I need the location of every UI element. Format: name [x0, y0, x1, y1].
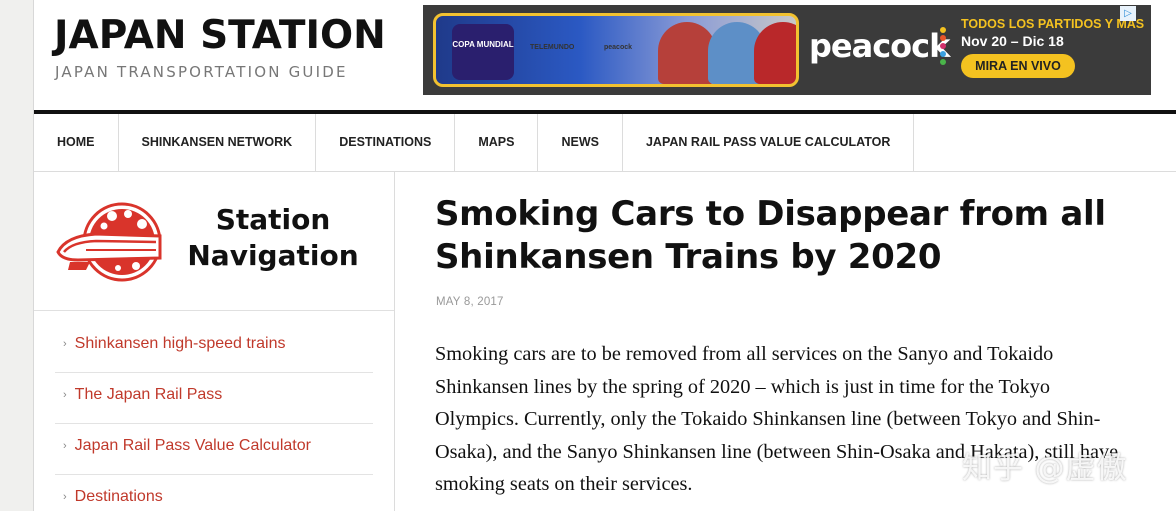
sidebar-item-shinkansen-trains[interactable]: › Shinkansen high-speed trains	[55, 322, 373, 373]
page-container: JAPAN STATION JAPAN TRANSPORTATION GUIDE…	[33, 0, 1176, 511]
sidebar-item-destinations[interactable]: › Destinations	[55, 475, 373, 511]
sidebar-item-rail-pass-calculator[interactable]: › Japan Rail Pass Value Calculator	[55, 424, 373, 475]
ad-banner[interactable]: COPA MUNDIAL TELEMUNDO peacock peacock T…	[423, 5, 1151, 95]
sidebar-item-japan-rail-pass[interactable]: › The Japan Rail Pass	[55, 373, 373, 424]
site-title[interactable]: JAPAN STATION	[54, 14, 386, 58]
sidebar-header: Station Navigation	[34, 172, 394, 311]
sidebar-menu: › Shinkansen high-speed trains › The Japan…	[55, 322, 373, 511]
sidebar: Station Navigation › Shinkansen high-spee…	[34, 172, 395, 511]
ad-partner-1: TELEMUNDO	[530, 44, 575, 51]
chevron-right-icon: ›	[63, 440, 67, 452]
copa-mundial-logo: COPA MUNDIAL	[452, 24, 514, 80]
watermark-text: 知乎 @虚傲	[962, 451, 1128, 486]
chevron-right-icon: ›	[63, 338, 67, 350]
nav-item-home[interactable]: HOME	[34, 114, 119, 171]
main-navigation: HOME SHINKANSEN NETWORK DESTINATIONS MAP…	[34, 110, 1176, 172]
sidebar-item-label: Shinkansen high-speed trains	[74, 335, 286, 352]
ad-promo-panel[interactable]: COPA MUNDIAL TELEMUNDO peacock	[433, 13, 799, 87]
ad-cta-button[interactable]: MIRA EN VIVO	[961, 54, 1075, 78]
ad-partner-2: peacock	[604, 44, 633, 51]
player-photo-3	[754, 22, 796, 84]
ad-dates: Nov 20 – Dic 18	[961, 33, 1064, 49]
chevron-right-icon: ›	[63, 491, 67, 503]
shinkansen-logo-icon	[56, 202, 162, 282]
peacock-logo: peacock	[809, 27, 950, 65]
peacock-dots-icon	[940, 27, 950, 67]
ad-headline: TODOS LOS PARTIDOS Y MÁS	[961, 17, 1145, 31]
chevron-right-icon: ›	[63, 389, 67, 401]
article-date: MAY 8, 2017	[436, 296, 504, 308]
nav-item-shinkansen-network[interactable]: SHINKANSEN NETWORK	[119, 114, 317, 171]
adchoices-icon[interactable]: ▷	[1120, 6, 1136, 21]
article-title[interactable]: Smoking Cars to Disappear from all Shink…	[435, 193, 1115, 279]
sidebar-title: Station Navigation	[187, 203, 359, 272]
site-tagline: JAPAN TRANSPORTATION GUIDE	[55, 63, 348, 81]
nav-item-rail-pass-calculator[interactable]: JAPAN RAIL PASS VALUE CALCULATOR	[623, 114, 915, 171]
nav-item-maps[interactable]: MAPS	[455, 114, 539, 171]
sidebar-item-label: Japan Rail Pass Value Calculator	[74, 437, 311, 454]
sidebar-item-label: The Japan Rail Pass	[74, 386, 223, 403]
nav-item-destinations[interactable]: DESTINATIONS	[316, 114, 456, 171]
sidebar-item-label: Destinations	[74, 488, 163, 505]
nav-item-news[interactable]: NEWS	[538, 114, 623, 171]
